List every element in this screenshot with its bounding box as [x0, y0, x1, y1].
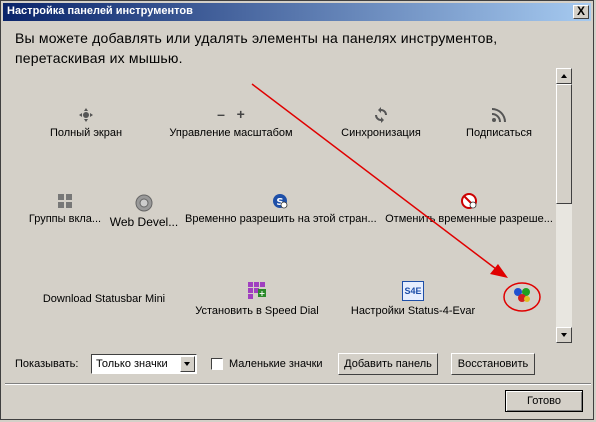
item-label: Управление масштабом [169, 127, 293, 139]
customize-toolbar-dialog: Настройка панелей инструментов X Вы може… [0, 0, 594, 420]
item-label: Download Statusbar Mini [42, 293, 166, 305]
show-mode-select[interactable]: Только значки [91, 354, 197, 374]
window-title: Настройка панелей инструментов [7, 5, 193, 17]
colored-balls-icon [514, 288, 530, 302]
arrow-down-icon [561, 333, 567, 337]
show-label: Показывать: [15, 358, 79, 370]
scroll-thumb[interactable] [556, 84, 572, 204]
item-label: Отменить временные разреше... [385, 213, 553, 225]
item-label: Подписаться [466, 127, 532, 139]
restore-button[interactable]: Восстановить [451, 353, 535, 375]
sync-icon [375, 107, 387, 123]
palette-item-download-statusbar[interactable]: Download Statusbar Mini [37, 293, 171, 305]
palette-item-status4evar[interactable]: S4E Настройки Status-4-Evar [347, 281, 479, 317]
palette-item-subscribe[interactable]: Подписаться [459, 107, 539, 139]
svg-text:+: + [259, 289, 266, 298]
script-allow-icon: S [273, 194, 288, 209]
item-label: Установить в Speed Dial [195, 305, 319, 317]
palette-item-fullscreen[interactable]: Полный экран [41, 107, 131, 139]
palette-item-tab-groups[interactable]: Группы вкла... [27, 193, 103, 225]
close-button[interactable]: X [573, 5, 589, 19]
item-label: Полный экран [49, 127, 123, 139]
small-icons-checkbox[interactable] [211, 358, 223, 370]
gear-icon [135, 194, 153, 212]
item-label: Web Devel... [109, 215, 179, 229]
small-icons-label: Маленькие значки [229, 358, 323, 370]
palette-scrollbar[interactable] [556, 68, 572, 343]
add-panel-button[interactable]: Добавить панель [338, 353, 438, 375]
rss-icon [492, 108, 506, 122]
chevron-down-icon [184, 362, 190, 366]
divider [5, 383, 591, 385]
palette-item-speed-dial[interactable]: + Установить в Speed Dial [191, 281, 323, 317]
arrow-up-icon [561, 74, 567, 78]
palette-item-sync[interactable]: Синхронизация [335, 107, 427, 139]
title-bar: Настройка панелей инструментов X [3, 3, 591, 21]
scroll-up-button[interactable] [556, 68, 572, 84]
item-label: Временно разрешить на этой стран... [185, 213, 377, 225]
script-revoke-icon [461, 193, 477, 209]
fullscreen-icon [79, 108, 93, 122]
item-label: Группы вкла... [28, 213, 102, 225]
item-label: Синхронизация [341, 127, 421, 139]
select-dropdown-button[interactable] [180, 356, 195, 372]
zoom-icon: – + [217, 106, 245, 122]
palette-item-colored-balls[interactable] [507, 285, 537, 309]
palette-item-zoom[interactable]: – + Управление масштабом [161, 107, 301, 139]
bottom-controls: Показывать: Только значки Маленькие знач… [15, 353, 575, 377]
tab-groups-icon [58, 194, 72, 208]
palette-item-script-allow[interactable]: S Временно разрешить на этой стран... [185, 193, 377, 225]
palette-item-web-developer[interactable]: Web Devel... [109, 193, 179, 229]
instructions-text: Вы можете добавлять или удалять элементы… [15, 30, 498, 66]
show-mode-value: Только значки [96, 358, 168, 370]
palette-item-script-revoke[interactable]: Отменить временные разреше... [385, 193, 553, 225]
speed-dial-icon: + [248, 282, 266, 299]
s4e-icon: S4E [402, 281, 424, 301]
done-button[interactable]: Готово [505, 390, 583, 412]
scroll-down-button[interactable] [556, 327, 572, 343]
item-label: Настройки Status-4-Evar [350, 305, 476, 317]
